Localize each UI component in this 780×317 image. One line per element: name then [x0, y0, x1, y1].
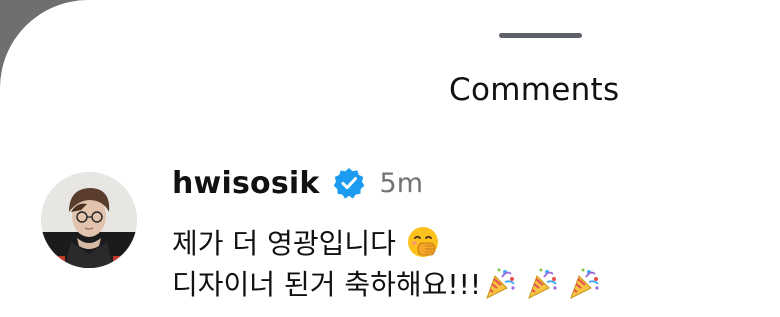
avatar-photo — [41, 172, 137, 268]
comment-username[interactable]: hwisosik — [172, 166, 320, 201]
comments-sheet: Comments hwisosik 5m 제가 더 영광입니다 디자이너 된거 … — [0, 0, 780, 317]
comment-text-line-2: 디자이너 된거 축하해요!!! — [172, 263, 601, 303]
comment-timestamp: 5m — [379, 167, 423, 199]
party-popper-emoji-icon — [567, 266, 601, 300]
sheet-title: Comments — [449, 72, 620, 108]
avatar[interactable] — [41, 172, 137, 268]
comment-text: 디자이너 된거 축하해요!!! — [172, 268, 482, 301]
verified-badge-icon — [332, 166, 366, 200]
party-popper-emoji-icon — [483, 266, 517, 300]
comment-text: 제가 더 영광입니다 — [172, 227, 396, 260]
party-popper-emoji-icon — [525, 266, 559, 300]
sheet-drag-handle[interactable] — [499, 33, 582, 38]
comment-header: hwisosik 5m — [172, 163, 423, 203]
hand-over-mouth-emoji-icon — [406, 225, 440, 259]
comment-text-line-1: 제가 더 영광입니다 — [172, 222, 440, 262]
